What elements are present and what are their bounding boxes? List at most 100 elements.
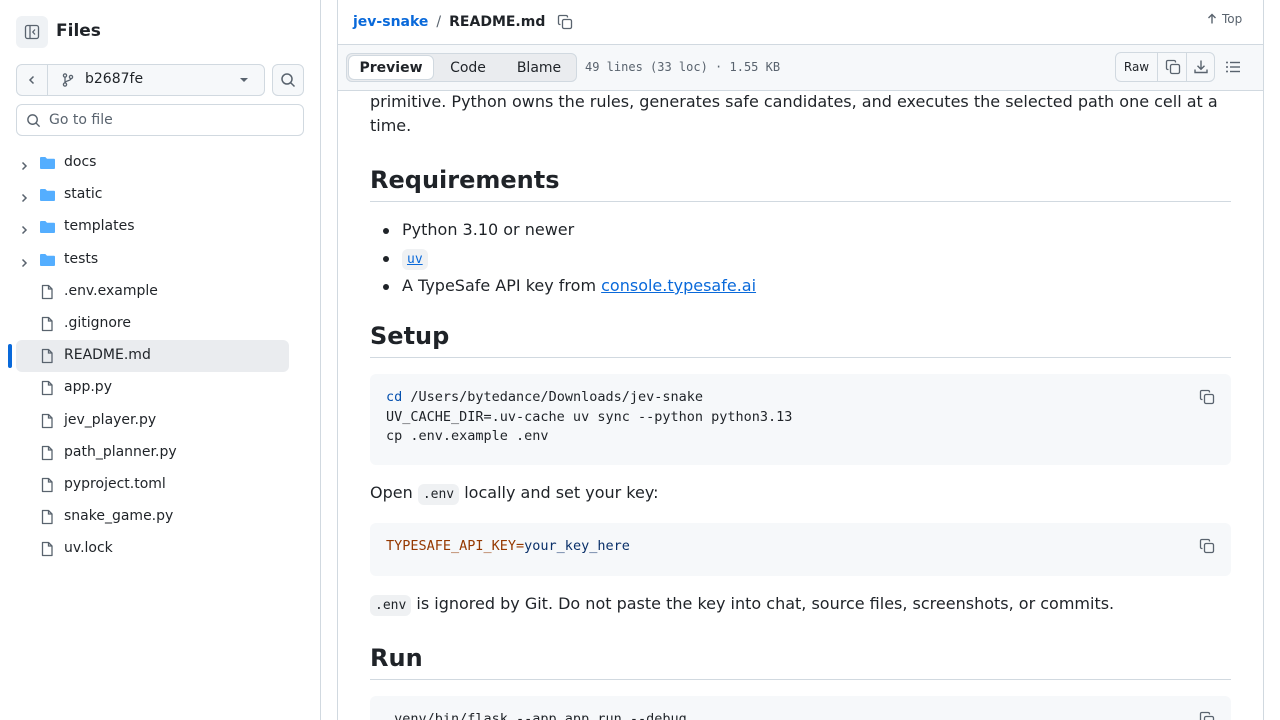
back-to-top-button[interactable]: Top [1206,12,1242,26]
folder-icon [39,219,56,239]
raw-button[interactable]: Raw [1116,53,1158,81]
tree-item-label: docs [64,154,97,170]
file-icon [39,380,55,400]
view-mode-tabs: Preview Code Blame [346,53,577,82]
code-line: cd /Users/bytedance/Downloads/jev-snake [386,388,1215,408]
tree-item-gitignore[interactable]: .gitignore [0,308,321,340]
file-actions-group: Raw [1115,52,1215,82]
copy-code-button[interactable] [1197,387,1217,407]
breadcrumb-file-name: README.md [449,14,546,30]
file-icon [39,284,55,304]
tab-code[interactable]: Code [437,55,499,80]
chevron-right-icon[interactable] [18,254,30,273]
tree-item-label: templates [64,218,135,235]
arrow-up-icon [1208,13,1216,24]
requirements-list: Python 3.10 or newer uv A TypeSafe API k… [370,218,1231,302]
intro-paragraph: primitive. Python owns the rules, genera… [370,92,1218,135]
tab-blame[interactable]: Blame [504,55,574,80]
run-heading: Run [370,640,1231,680]
file-icon [39,445,55,465]
list-unordered-icon [1226,61,1240,73]
go-to-file-field[interactable] [16,104,304,136]
chevron-right-icon[interactable] [18,157,30,176]
tree-item-label: path_planner.py [64,443,177,460]
sidebar-title: Files [56,21,101,41]
tree-item-tests[interactable]: tests [0,244,321,276]
breadcrumb-separator: / [436,14,442,30]
typesafe-console-link[interactable]: console.typesafe.ai [601,276,756,295]
download-icon [1194,60,1208,74]
tree-item-path-planner-py[interactable]: path_planner.py [0,437,321,469]
list-item: Python 3.10 or newer [370,218,1231,246]
branch-name: b2687fe [85,71,144,87]
tree-item-label: .gitignore [64,314,131,331]
setup-heading: Setup [370,318,1231,358]
copy-code-button[interactable] [1197,536,1217,556]
tree-item-label: tests [64,250,99,267]
breadcrumb-repo-link[interactable]: jev-snake [353,14,428,30]
search-files-button[interactable] [272,64,304,96]
selected-indicator [8,344,12,369]
ignored-paragraph: .env is ignored by Git. Do not paste the… [370,592,1231,618]
tab-preview[interactable]: Preview [348,55,434,80]
tree-item-label: snake_game.py [64,508,174,525]
open-suffix: locally and set your key: [459,483,659,502]
env-inline-code: .env [417,484,460,505]
top-label: Top [1222,12,1243,26]
tree-item-uv-lock[interactable]: uv.lock [0,533,321,565]
tree-item-env-example[interactable]: .env.example [0,276,321,308]
file-icon [39,541,55,561]
chevron-right-icon[interactable] [18,221,30,240]
run-code-block: .venv/bin/flask --app app run --debug [370,696,1231,720]
code-line: UV_CACHE_DIR=.uv-cache uv sync --python … [386,408,793,425]
file-icon [39,316,55,336]
tree-item-docs[interactable]: docs [0,147,321,179]
code-cd-arg: /Users/bytedance/Downloads/jev-snake [402,389,703,405]
readme-content: primitive. Python owns the rules, genera… [370,92,1231,720]
env-inline-code: .env [370,595,412,616]
tree-item-templates[interactable]: templates [0,211,321,243]
file-icon [39,413,55,433]
copy-icon [1199,389,1215,405]
tree-item-label: app.py [64,379,112,396]
file-icon [39,348,55,368]
copy-raw-button[interactable] [1159,53,1187,81]
tree-item-jev-player-py[interactable]: jev_player.py [0,405,321,437]
copy-path-button[interactable] [557,14,573,30]
folder-icon [39,155,56,175]
tree-item-snake-game-py[interactable]: snake_game.py [0,501,321,533]
outline-button[interactable] [1220,54,1246,80]
copy-icon [1199,538,1215,554]
download-button[interactable] [1187,53,1215,81]
env-var-value: your_key_here [524,538,630,554]
env-code-block: TYPESAFE_API_KEY=your_key_here [370,523,1231,576]
code-line: .venv/bin/flask --app app run --debug [386,711,687,720]
copy-icon [1165,59,1180,75]
folder-icon [39,252,56,272]
chevron-right-icon[interactable] [18,189,30,208]
copy-icon [1199,711,1215,720]
tree-item-app-py[interactable]: app.py [0,372,321,404]
list-item: uv [370,246,1231,274]
copy-icon [558,14,573,30]
uv-link[interactable]: uv [407,252,423,267]
branch-selector[interactable]: b2687fe [16,64,265,96]
back-button[interactable] [17,65,48,95]
go-to-file-input[interactable] [49,109,289,131]
collapse-sidebar-button[interactable] [16,16,48,48]
file-tree: docs static templates tests .env.example .git… [0,147,321,565]
code-line: TYPESAFE_API_KEY=your_key_here [386,537,1215,557]
tree-item-label: static [64,186,103,203]
git-branch-icon [62,73,74,87]
tree-item-static[interactable]: static [0,179,321,211]
copy-code-button[interactable] [1197,709,1217,720]
tree-item-pyproject-toml[interactable]: pyproject.toml [0,469,321,501]
tree-item-label: .env.example [64,282,158,299]
uv-code: uv [402,249,428,270]
file-icon [39,509,55,529]
tree-item-label: jev_player.py [64,411,157,428]
code-line: cp .env.example .env [386,428,549,444]
open-env-paragraph: Open .env locally and set your key: [370,481,1231,507]
tree-item-readme-md[interactable]: README.md [0,340,321,373]
tree-item-label: README.md [64,347,151,364]
